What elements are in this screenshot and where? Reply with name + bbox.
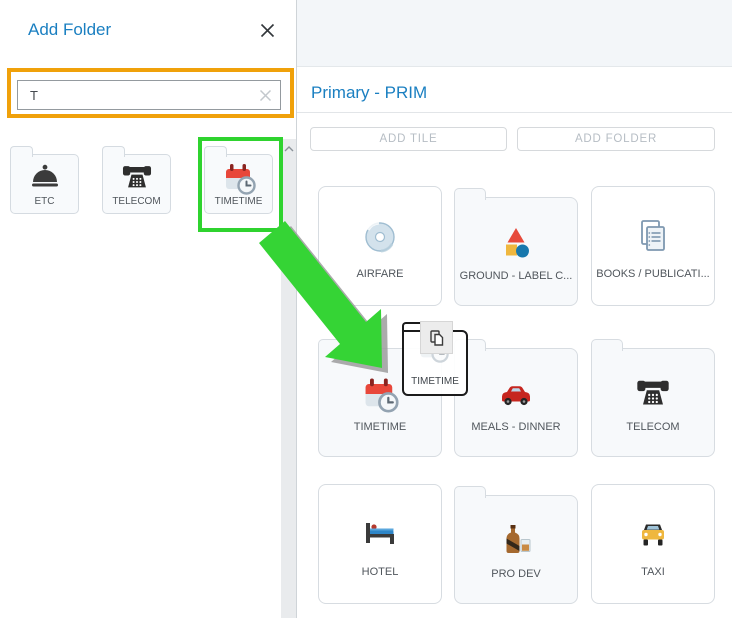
divider [297,112,732,113]
close-icon[interactable] [258,21,276,39]
grid-tile-taxi[interactable]: TAXI [591,484,715,604]
grid-folder-meals-dinner[interactable]: MEALS - DINNER [454,348,578,457]
phone-icon [634,375,672,413]
shapes-icon [496,223,536,263]
grid-folder-telecom[interactable]: TELECOM [591,348,715,457]
tile-label: TIMETIME [207,196,270,207]
tile-label: TELECOM [105,196,168,207]
grid-tile-airfare[interactable]: AIRFARE [318,186,442,306]
tile-label: PRO DEV [459,568,573,580]
disc-icon [360,217,400,257]
grid-folder-pro-dev[interactable]: PRO DEV [454,495,578,604]
add-tile-button[interactable]: ADD TILE [310,127,507,151]
left-panel-scrollbar[interactable] [281,139,296,618]
chevron-up-icon[interactable] [281,142,296,156]
tile-label: MEALS - DINNER [459,421,573,433]
grid-tile-hotel[interactable]: HOTEL [318,484,442,604]
phone-icon [120,161,154,195]
add-folder-panel: Add Folder ETC [0,0,297,618]
drag-ghost-timetime: TIMETIME [402,322,468,396]
tile-label: HOTEL [323,566,437,578]
tile-label: TAXI [596,566,710,578]
taxi-icon [633,515,673,555]
tile-label: ETC [13,196,76,207]
calendar-clock-icon [360,374,400,414]
cloche-icon [28,161,62,195]
tile-label: BOOKS / PUBLICATI... [596,268,710,280]
folder-tile-timetime-source[interactable]: TIMETIME [204,154,273,214]
primary-folder-panel: Primary - PRIM ADD TILE ADD FOLDER AIRFA… [297,0,732,618]
grid-folder-ground[interactable]: GROUND - LABEL C... [454,197,578,306]
tile-label: TIMETIME [323,421,437,433]
folder-tile-etc[interactable]: ETC [10,154,79,214]
tile-label: AIRFARE [323,268,437,280]
folder-search-field [17,80,281,110]
copy-icon [420,321,453,354]
car-icon [496,374,536,414]
calendar-clock-icon [221,160,257,196]
bed-icon [360,515,400,555]
page-title: Primary - PRIM [311,83,427,103]
top-strip [297,0,732,67]
clear-search-icon[interactable] [259,89,273,103]
ghost-label: TIMETIME [404,376,466,387]
documents-icon [633,217,673,257]
folder-tile-telecom[interactable]: TELECOM [102,154,171,214]
add-folder-button[interactable]: ADD FOLDER [517,127,715,151]
grid-tile-books[interactable]: BOOKS / PUBLICATI... [591,186,715,306]
tile-label: GROUND - LABEL C... [459,270,573,282]
tile-label: TELECOM [596,421,710,433]
bottle-glass-icon [496,521,536,561]
panel-title: Add Folder [28,20,111,40]
search-input[interactable] [18,81,280,109]
